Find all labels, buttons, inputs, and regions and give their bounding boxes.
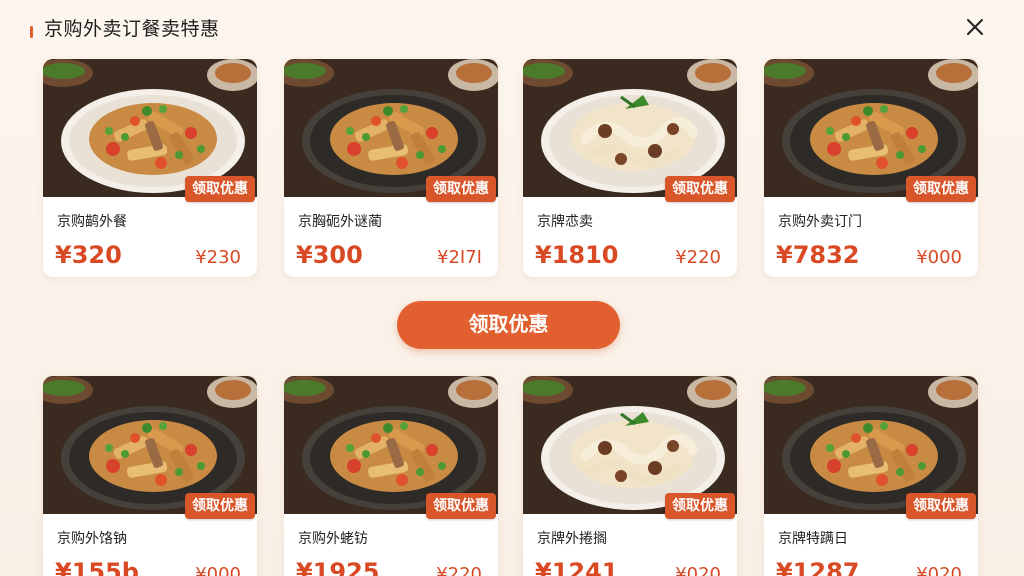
current-price: ¥1241 [535, 558, 619, 576]
coupon-tag[interactable]: 领取优惠 [426, 493, 496, 519]
product-name: 京牌特蹒日 [778, 531, 848, 547]
product-card[interactable]: 领取优惠 京牌外捲搁 ¥1241 ¥020 [523, 376, 737, 576]
coupon-tag[interactable]: 领取优惠 [185, 493, 255, 519]
product-name: 京牌怷卖 [537, 214, 593, 230]
coupon-tag[interactable]: 领取优惠 [665, 493, 735, 519]
current-price: ¥7832 [776, 241, 860, 269]
product-card[interactable]: 领取优惠 京购外卖订门 ¥7832 ¥000 [764, 59, 978, 277]
original-price: ¥220 [675, 247, 721, 268]
product-name: 京购外卖订门 [778, 214, 862, 230]
coupon-tag[interactable]: 领取优惠 [906, 176, 976, 202]
close-button[interactable] [960, 12, 990, 42]
product-name: 京购外饹钠 [57, 531, 127, 547]
original-price: ¥020 [916, 564, 962, 576]
product-name: 京胸砈外谜蔺 [298, 214, 382, 230]
page-title: 京购外卖订餐卖特惠 [44, 18, 220, 40]
current-price: ¥300 [296, 241, 363, 269]
coupon-tag[interactable]: 领取优惠 [665, 176, 735, 202]
product-name: 京购鹋外餐 [57, 214, 127, 230]
claim-coupon-button[interactable]: 领取优惠 [397, 301, 620, 349]
original-price: ¥020 [675, 564, 721, 576]
header: 京购外卖订餐卖特惠 [0, 0, 1024, 52]
product-card[interactable]: 领取优惠 京牌怷卖 ¥1810 ¥220 [523, 59, 737, 277]
original-price: ¥000 [916, 247, 962, 268]
coupon-tag[interactable]: 领取优惠 [906, 493, 976, 519]
product-card[interactable]: 领取优惠 京牌特蹒日 ¥1287 ¥020 [764, 376, 978, 576]
coupon-tag[interactable]: 领取优惠 [185, 176, 255, 202]
coupon-page: 京购外卖订餐卖特惠 领取优惠 京购鹋外餐 ¥320 ¥230 领取优惠 京胸砈外… [0, 0, 1024, 576]
original-price: ¥000 [195, 564, 241, 576]
title-accent-bar [30, 26, 33, 38]
coupon-tag[interactable]: 领取优惠 [426, 176, 496, 202]
current-price: ¥1287 [776, 558, 860, 576]
product-card[interactable]: 领取优惠 京购鹋外餐 ¥320 ¥230 [43, 59, 257, 277]
current-price: ¥155b [55, 558, 139, 576]
current-price: ¥1925 [296, 558, 380, 576]
product-name: 京购外蛯钫 [298, 531, 368, 547]
original-price: ¥220 [436, 564, 482, 576]
original-price: ¥230 [195, 247, 241, 268]
product-card[interactable]: 领取优惠 京购外饹钠 ¥155b ¥000 [43, 376, 257, 576]
product-card[interactable]: 领取优惠 京胸砈外谜蔺 ¥300 ¥2I7I [284, 59, 498, 277]
product-name: 京牌外捲搁 [537, 531, 607, 547]
product-card[interactable]: 领取优惠 京购外蛯钫 ¥1925 ¥220 [284, 376, 498, 576]
original-price: ¥2I7I [437, 247, 482, 268]
current-price: ¥1810 [535, 241, 619, 269]
close-icon [967, 19, 983, 35]
current-price: ¥320 [55, 241, 122, 269]
